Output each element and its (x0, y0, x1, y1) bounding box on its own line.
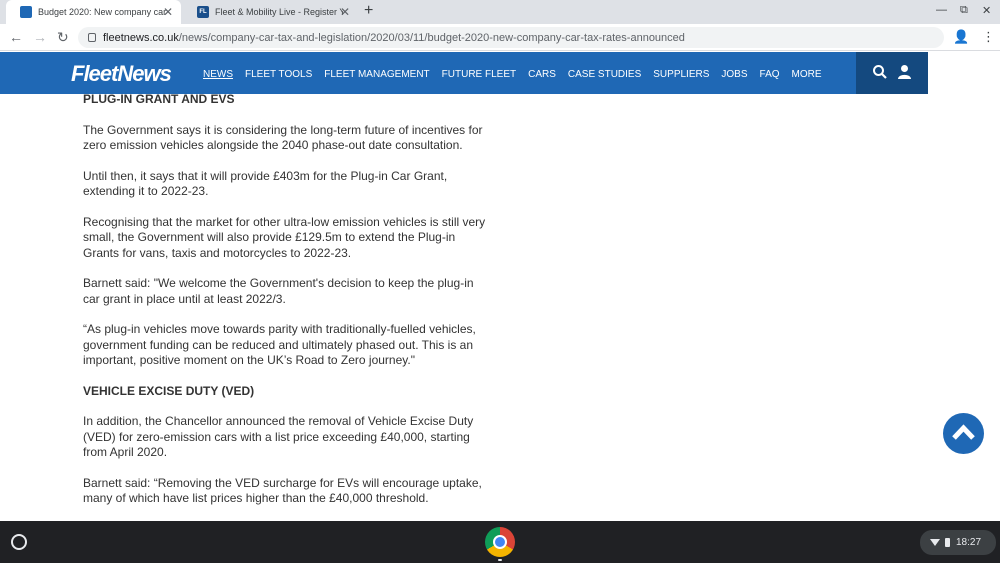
url-path: /news/company-car-tax-and-legislation/20… (178, 31, 685, 44)
back-icon[interactable]: ← (9, 29, 23, 45)
tab-title: Budget 2020: New company car (38, 7, 166, 17)
search-icon[interactable] (872, 64, 888, 84)
nav-future-fleet[interactable]: FUTURE FLEET (442, 69, 516, 80)
nav-fleet-tools[interactable]: FLEET TOOLS (245, 69, 312, 80)
article-paragraph: Barnett said: "We welcome the Government… (83, 276, 474, 306)
header-actions (856, 52, 928, 94)
tab-title: Fleet & Mobility Live - Register Yo (215, 7, 343, 17)
user-icon[interactable] (897, 64, 912, 84)
close-window-icon[interactable]: ✕ (982, 4, 991, 17)
back-to-top-button[interactable] (943, 413, 984, 454)
chrome-icon[interactable] (485, 527, 515, 557)
section-heading: PLUG-IN GRANT AND EVS (83, 92, 235, 106)
site-nav-bar: FleetNews NEWS FLEET TOOLS FLEET MANAGEM… (0, 52, 928, 94)
tab-budget-2020[interactable]: Budget 2020: New company car ✕ (6, 0, 181, 24)
maximize-icon[interactable]: ⧉ (960, 4, 968, 17)
article-body: PLUG-IN GRANT AND EVS The Government say… (83, 92, 493, 522)
nav-jobs[interactable]: JOBS (721, 69, 747, 80)
launcher-icon[interactable] (11, 534, 27, 550)
article-paragraph: In addition, the Chancellor announced th… (83, 414, 474, 459)
status-tray[interactable]: 18:27 (920, 530, 996, 555)
wifi-icon (930, 539, 940, 546)
os-shelf: 18:27 (0, 521, 1000, 563)
nav-faq[interactable]: FAQ (760, 69, 780, 80)
article-paragraph: “As plug-in vehicles move towards parity… (83, 322, 476, 367)
lock-icon (88, 33, 96, 42)
new-tab-button[interactable]: + (364, 2, 373, 20)
menu-icon[interactable]: ⋮ (982, 29, 995, 45)
section-heading: VEHICLE EXCISE DUTY (VED) (83, 383, 255, 398)
address-bar[interactable]: fleetnews.co.uk/news/company-car-tax-and… (78, 27, 944, 48)
tab-fleet-mobility-live[interactable]: FL Fleet & Mobility Live - Register Yo ✕ (183, 0, 358, 24)
nav-suppliers[interactable]: SUPPLIERS (653, 69, 709, 80)
article-paragraph: The Government says it is considering th… (83, 122, 483, 153)
minimize-icon[interactable]: — (936, 4, 947, 16)
nav-case-studies[interactable]: CASE STUDIES (568, 69, 641, 80)
nav-cars[interactable]: CARS (528, 69, 556, 80)
clock: 18:27 (956, 537, 982, 548)
close-tab-icon[interactable]: ✕ (163, 5, 173, 19)
battery-icon (945, 538, 950, 547)
main-nav: NEWS FLEET TOOLS FLEET MANAGEMENT FUTURE… (203, 69, 834, 80)
fleet-live-favicon: FL (197, 6, 209, 18)
article-paragraph: Barnett said: “Removing the VED surcharg… (83, 475, 482, 506)
nav-news[interactable]: NEWS (203, 69, 233, 80)
fleetnews-logo[interactable]: FleetNews (71, 61, 172, 87)
site-header: FleetNews NEWS FLEET TOOLS FLEET MANAGEM… (0, 51, 1000, 95)
nav-more[interactable]: MORE (792, 69, 822, 80)
url-host: fleetnews.co.uk (103, 31, 179, 44)
forward-icon[interactable]: → (33, 29, 47, 45)
article-paragraph: Recognising that the market for other ul… (83, 214, 486, 260)
profile-icon[interactable]: 👤 (953, 29, 969, 45)
nav-fleet-management[interactable]: FLEET MANAGEMENT (324, 69, 429, 80)
browser-toolbar: ← → ↻ fleetnews.co.uk/news/company-car-t… (0, 24, 1000, 51)
article-paragraph: Until then, it says that it will provide… (83, 168, 448, 199)
reload-icon[interactable]: ↻ (57, 29, 69, 46)
tab-strip: Budget 2020: New company car ✕ FL Fleet … (0, 0, 1000, 24)
running-indicator (498, 559, 502, 561)
close-tab-icon[interactable]: ✕ (340, 5, 350, 19)
chevron-up-icon (952, 424, 975, 440)
fleetnews-favicon (20, 6, 32, 18)
